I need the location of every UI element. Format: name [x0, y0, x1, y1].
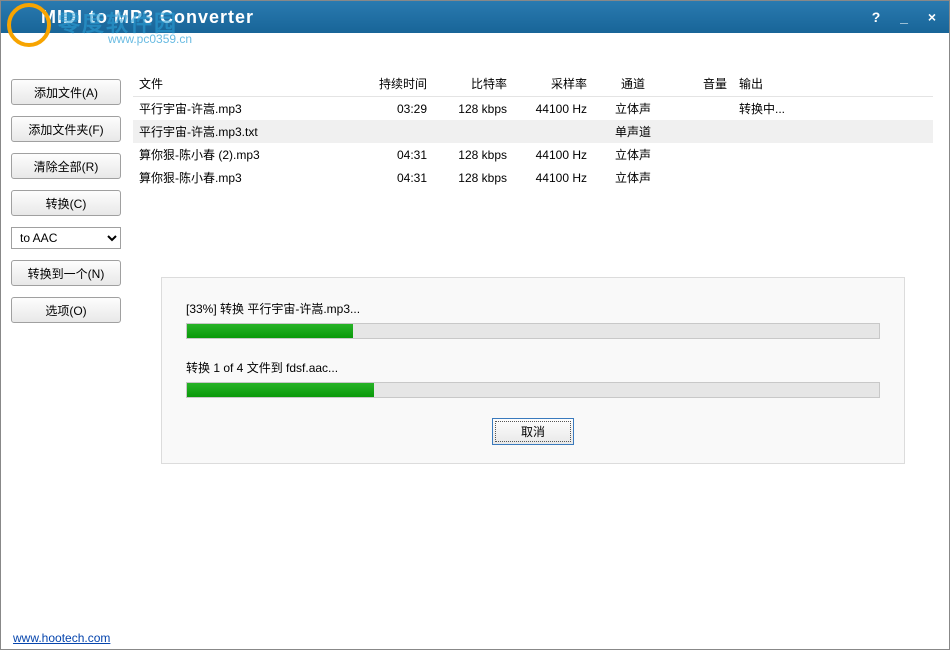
cell-channels: 立体声	[593, 166, 673, 189]
cell-output	[733, 143, 933, 166]
cell-output: 转换中...	[733, 97, 933, 121]
cell-file: 算你狠-陈小春.mp3	[133, 166, 363, 189]
footer-link[interactable]: www.hootech.com	[13, 631, 110, 645]
file-table: 文件 持续时间 比特率 采样率 通道 音量 输出 平行宇宙-许嵩.mp303:2…	[133, 71, 933, 189]
col-channels[interactable]: 通道	[593, 71, 673, 97]
cancel-button[interactable]: 取消	[492, 418, 574, 445]
progress-file-label: [33%] 转换 平行宇宙-许嵩.mp3...	[186, 300, 880, 317]
format-select[interactable]: to AAC	[11, 227, 121, 249]
col-samplerate[interactable]: 采样率	[513, 71, 593, 97]
close-button[interactable]: ×	[923, 9, 941, 25]
col-bitrate[interactable]: 比特率	[433, 71, 513, 97]
progress-bar-total	[186, 382, 880, 398]
cell-channels: 立体声	[593, 143, 673, 166]
cell-output	[733, 166, 933, 189]
convert-to-one-button[interactable]: 转换到一个(N)	[11, 260, 121, 286]
cell-file: 平行宇宙-许嵩.mp3	[133, 97, 363, 121]
progress-dialog: [33%] 转换 平行宇宙-许嵩.mp3... 转换 1 of 4 文件到 fd…	[161, 277, 905, 464]
cell-volume	[673, 166, 733, 189]
cell-volume	[673, 120, 733, 143]
col-volume[interactable]: 音量	[673, 71, 733, 97]
cell-samplerate: 44100 Hz	[513, 166, 593, 189]
progress-bar-file	[186, 323, 880, 339]
cell-samplerate	[513, 120, 593, 143]
cell-bitrate: 128 kbps	[433, 97, 513, 121]
clear-all-button[interactable]: 清除全部(R)	[11, 153, 121, 179]
cell-bitrate: 128 kbps	[433, 143, 513, 166]
minimize-button[interactable]: _	[895, 9, 913, 25]
table-row[interactable]: 算你狠-陈小春 (2).mp304:31128 kbps44100 Hz立体声	[133, 143, 933, 166]
cell-samplerate: 44100 Hz	[513, 143, 593, 166]
col-output[interactable]: 输出	[733, 71, 933, 97]
cell-bitrate: 128 kbps	[433, 166, 513, 189]
cell-file: 平行宇宙-许嵩.mp3.txt	[133, 120, 363, 143]
footer: www.hootech.com	[1, 627, 949, 649]
col-file[interactable]: 文件	[133, 71, 363, 97]
titlebar: MIDI to MP3 Converter ? _ ×	[1, 1, 949, 33]
cell-bitrate	[433, 120, 513, 143]
cell-duration: 04:31	[363, 143, 433, 166]
cell-duration: 03:29	[363, 97, 433, 121]
cell-file: 算你狠-陈小春 (2).mp3	[133, 143, 363, 166]
sidebar: 添加文件(A) 添加文件夹(F) 清除全部(R) 转换(C) to AAC 转换…	[1, 33, 129, 627]
add-folder-button[interactable]: 添加文件夹(F)	[11, 116, 121, 142]
cell-channels: 立体声	[593, 97, 673, 121]
cell-duration: 04:31	[363, 166, 433, 189]
table-row[interactable]: 算你狠-陈小春.mp304:31128 kbps44100 Hz立体声	[133, 166, 933, 189]
convert-button[interactable]: 转换(C)	[11, 190, 121, 216]
main-area: 文件 持续时间 比特率 采样率 通道 音量 输出 平行宇宙-许嵩.mp303:2…	[129, 33, 949, 627]
table-row[interactable]: 平行宇宙-许嵩.mp3.txt 单声道	[133, 120, 933, 143]
cell-samplerate: 44100 Hz	[513, 97, 593, 121]
window-title: MIDI to MP3 Converter	[41, 7, 254, 28]
cell-volume	[673, 97, 733, 121]
cell-channels: 单声道	[593, 120, 673, 143]
cell-volume	[673, 143, 733, 166]
col-duration[interactable]: 持续时间	[363, 71, 433, 97]
app-logo-icon	[5, 1, 65, 51]
progress-total-label: 转换 1 of 4 文件到 fdsf.aac...	[186, 359, 880, 376]
cell-duration	[363, 120, 433, 143]
help-button[interactable]: ?	[867, 9, 885, 25]
options-button[interactable]: 选项(O)	[11, 297, 121, 323]
add-file-button[interactable]: 添加文件(A)	[11, 79, 121, 105]
cell-output	[733, 120, 933, 143]
table-row[interactable]: 平行宇宙-许嵩.mp303:29128 kbps44100 Hz立体声 转换中..…	[133, 97, 933, 121]
